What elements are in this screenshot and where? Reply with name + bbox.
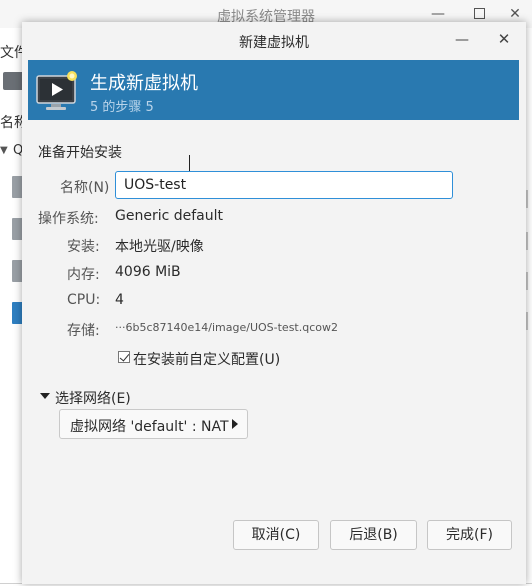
memory-label: 内存: (67, 267, 100, 283)
cpu-value: 4 (115, 292, 124, 308)
os-value: Generic default (115, 208, 224, 224)
checkbox-checked-icon[interactable] (118, 351, 130, 363)
storage-label: 存储: (67, 323, 100, 339)
new-vm-monitor-icon (36, 71, 77, 110)
customize-checkbox-label[interactable]: 在安装前自定义配置(U) (133, 349, 280, 369)
maximize-icon (473, 8, 485, 19)
dialog-titlebar: 新建虚拟机 — ✕ (22, 22, 526, 60)
expander-down-arrow-icon[interactable] (40, 393, 50, 399)
dialog-title: 新建虚拟机 (239, 35, 309, 51)
install-label: 安装: (67, 239, 100, 255)
network-select-button[interactable]: 虚拟网络 'default' : NAT (59, 409, 248, 439)
dialog-minimize-button[interactable]: — (454, 32, 470, 48)
text-caret (189, 155, 190, 171)
main-minimize-button[interactable]: — (428, 4, 448, 24)
name-label: 名称(N) (60, 180, 110, 196)
wizard-step-indicator: 5 的步骤 5 (90, 100, 154, 115)
finish-button[interactable]: 完成(F) (427, 520, 512, 550)
vm-name-input[interactable] (115, 171, 453, 199)
storage-path: ···6b5c87140e14/image/UOS-test.qcow2 (115, 321, 338, 334)
memory-value: 4096 MiB (115, 264, 181, 280)
group-expand-icon[interactable]: ▼ (0, 145, 8, 156)
main-maximize-button[interactable] (469, 4, 489, 24)
network-expander-label[interactable]: 选择网络(E) (55, 388, 131, 408)
wizard-title: 生成新虚拟机 (90, 73, 198, 94)
cancel-button[interactable]: 取消(C) (233, 520, 319, 550)
submenu-arrow-icon (232, 419, 238, 429)
install-value: 本地光驱/映像 (115, 239, 204, 255)
section-title: 准备开始安装 (38, 145, 122, 161)
main-close-button[interactable]: ✕ (505, 4, 525, 24)
dialog-close-button[interactable]: ✕ (496, 31, 512, 47)
new-vm-dialog: 新建虚拟机 — ✕ 生成新虚拟机 5 的步骤 5 准备开始安装 名称(N) 操作… (22, 22, 526, 584)
wizard-header-banner: 生成新虚拟机 5 的步骤 5 (28, 60, 519, 120)
network-selected-value: 虚拟网络 'default' : NAT (70, 419, 229, 435)
back-button[interactable]: 后退(B) (330, 520, 417, 550)
cpu-label: CPU: (67, 292, 101, 308)
os-label: 操作系统: (38, 211, 99, 227)
